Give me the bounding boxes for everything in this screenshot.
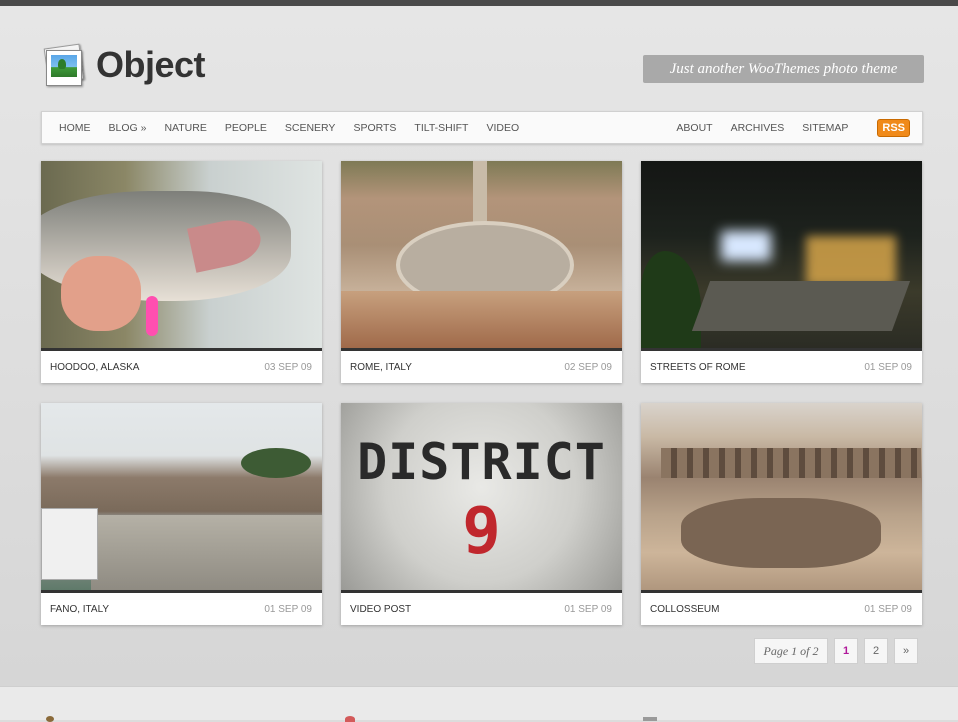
post-title[interactable]: FANO, ITALY: [50, 604, 109, 615]
nav-item-archives[interactable]: ARCHIVES: [722, 122, 794, 134]
post-date: 01 SEP 09: [864, 603, 912, 615]
footer-widget-icon: [643, 717, 657, 721]
post-date: 01 SEP 09: [564, 603, 612, 615]
nav-item-nature[interactable]: NATURE: [155, 122, 215, 134]
heart-icon: [345, 716, 355, 722]
main-nav: HOME BLOG » NATURE PEOPLE SCENERY SPORTS…: [41, 111, 923, 144]
post-caption: HOODOO, ALASKA 03 SEP 09: [41, 351, 322, 383]
page-indicator: Page 1 of 2: [754, 638, 828, 664]
post-thumbnail[interactable]: DISTRICT 9: [341, 403, 622, 590]
nav-categories: HOME BLOG » NATURE PEOPLE SCENERY SPORTS…: [42, 122, 528, 134]
site-title: Object: [96, 44, 206, 85]
post-thumbnail[interactable]: [41, 161, 322, 348]
post-thumbnail[interactable]: [41, 403, 322, 590]
post-title[interactable]: VIDEO POST: [350, 604, 411, 615]
site-tagline: Just another WooThemes photo theme: [643, 55, 924, 83]
post-caption: STREETS OF ROME 01 SEP 09: [641, 351, 922, 383]
footer-widget-icon: [46, 716, 54, 722]
nav-item-sports[interactable]: SPORTS: [344, 122, 405, 134]
post-thumbnail[interactable]: [641, 403, 922, 590]
post-caption: FANO, ITALY 01 SEP 09: [41, 593, 322, 625]
post-card[interactable]: ROME, ITALY 02 SEP 09: [341, 161, 622, 383]
post-card[interactable]: COLLOSSEUM 01 SEP 09: [641, 403, 922, 625]
post-card[interactable]: DISTRICT 9 VIDEO POST 01 SEP 09: [341, 403, 622, 625]
post-date: 01 SEP 09: [264, 603, 312, 615]
post-title[interactable]: STREETS OF ROME: [650, 362, 746, 373]
pagination: Page 1 of 2 1 2 »: [754, 638, 918, 664]
post-title[interactable]: ROME, ITALY: [350, 362, 412, 373]
nav-item-home[interactable]: HOME: [42, 122, 100, 134]
post-date: 03 SEP 09: [264, 361, 312, 373]
nav-item-tilt-shift[interactable]: TILT-SHIFT: [405, 122, 477, 134]
photo-stack-icon: [42, 43, 85, 86]
post-title[interactable]: COLLOSSEUM: [650, 604, 719, 615]
post-thumbnail[interactable]: [341, 161, 622, 348]
post-card[interactable]: HOODOO, ALASKA 03 SEP 09: [41, 161, 322, 383]
post-date: 02 SEP 09: [564, 361, 612, 373]
page-2-link[interactable]: 2: [864, 638, 888, 664]
post-card[interactable]: FANO, ITALY 01 SEP 09: [41, 403, 322, 625]
post-caption: COLLOSSEUM 01 SEP 09: [641, 593, 922, 625]
next-page-link[interactable]: »: [894, 638, 918, 664]
nav-item-video[interactable]: VIDEO: [477, 122, 528, 134]
post-caption: VIDEO POST 01 SEP 09: [341, 593, 622, 625]
footer: [0, 686, 958, 722]
district-number: 9: [462, 495, 501, 569]
post-caption: ROME, ITALY 02 SEP 09: [341, 351, 622, 383]
nav-item-sitemap[interactable]: SITEMAP: [793, 122, 857, 134]
nav-item-scenery[interactable]: SCENERY: [276, 122, 345, 134]
nav-item-people[interactable]: PEOPLE: [216, 122, 276, 134]
post-date: 01 SEP 09: [864, 361, 912, 373]
nav-item-blog[interactable]: BLOG »: [100, 122, 156, 134]
nav-pages: ABOUT ARCHIVES SITEMAP RSS: [667, 118, 922, 137]
nav-item-about[interactable]: ABOUT: [667, 122, 721, 134]
post-title[interactable]: HOODOO, ALASKA: [50, 362, 139, 373]
post-thumbnail[interactable]: [641, 161, 922, 348]
district-word: DISTRICT: [357, 433, 606, 491]
post-card[interactable]: STREETS OF ROME 01 SEP 09: [641, 161, 922, 383]
site-logo[interactable]: Object: [42, 43, 206, 86]
page-1-link[interactable]: 1: [834, 638, 858, 664]
rss-button[interactable]: RSS: [877, 118, 910, 137]
